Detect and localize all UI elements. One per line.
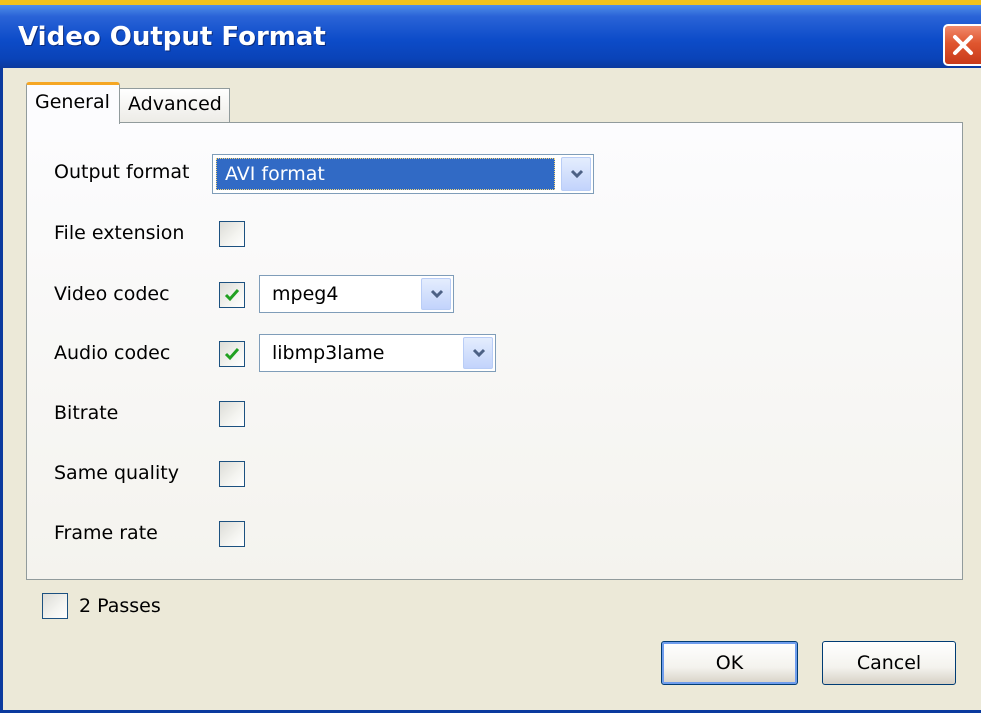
- tab-advanced-label: Advanced: [128, 93, 222, 115]
- window-frame-left: [0, 68, 3, 713]
- cancel-button[interactable]: Cancel: [822, 641, 956, 685]
- ok-button[interactable]: OK: [661, 641, 798, 685]
- bitrate-label: Bitrate: [54, 402, 119, 424]
- output-format-dropdown-button[interactable]: [561, 157, 591, 191]
- video-codec-checkbox[interactable]: [219, 282, 245, 308]
- chevron-down-icon: [472, 348, 486, 358]
- title-bar[interactable]: Video Output Format: [0, 0, 981, 68]
- file-extension-label: File extension: [54, 222, 185, 244]
- chevron-down-icon: [430, 289, 444, 299]
- tab-general-label: General: [35, 91, 110, 113]
- video-codec-label: Video codec: [54, 283, 170, 305]
- close-icon: [953, 35, 973, 55]
- output-format-dropdown[interactable]: AVI format: [212, 154, 594, 194]
- video-codec-dropdown[interactable]: mpeg4: [259, 275, 454, 313]
- output-format-label: Output format: [54, 161, 190, 183]
- audio-codec-dropdown[interactable]: libmp3lame: [259, 334, 496, 372]
- same-quality-label: Same quality: [54, 462, 179, 484]
- tab-advanced[interactable]: Advanced: [119, 88, 230, 123]
- tab-general[interactable]: General: [26, 82, 120, 124]
- audio-codec-checkbox[interactable]: [219, 341, 245, 367]
- two-passes-label: 2 Passes: [79, 595, 161, 617]
- frame-rate-checkbox[interactable]: [219, 521, 245, 547]
- chevron-down-icon: [570, 169, 584, 179]
- audio-codec-dropdown-button[interactable]: [463, 337, 493, 369]
- bitrate-checkbox[interactable]: [219, 401, 245, 427]
- same-quality-checkbox[interactable]: [219, 461, 245, 487]
- file-extension-checkbox[interactable]: [219, 221, 245, 247]
- checkmark-icon: [224, 289, 240, 302]
- output-format-value: AVI format: [225, 163, 325, 185]
- two-passes-checkbox[interactable]: [42, 593, 68, 619]
- frame-rate-label: Frame rate: [54, 522, 158, 544]
- video-codec-value: mpeg4: [272, 283, 339, 305]
- audio-codec-value: libmp3lame: [272, 342, 385, 364]
- window-title: Video Output Format: [18, 22, 326, 52]
- checkmark-icon: [224, 348, 240, 361]
- audio-codec-label: Audio codec: [54, 342, 171, 364]
- video-codec-dropdown-button[interactable]: [421, 278, 451, 310]
- close-button[interactable]: [943, 24, 981, 66]
